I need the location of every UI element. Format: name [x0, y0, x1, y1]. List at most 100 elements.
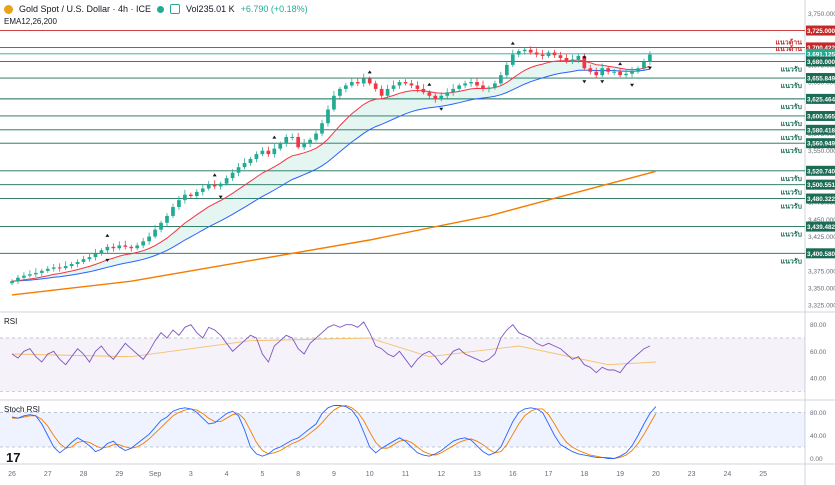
- candle-body[interactable]: [45, 268, 50, 271]
- candle-body[interactable]: [397, 82, 402, 86]
- candle-body[interactable]: [481, 85, 485, 89]
- candle-body[interactable]: [552, 52, 557, 56]
- candle-body[interactable]: [463, 83, 467, 86]
- candle-body[interactable]: [63, 266, 68, 269]
- candle-body[interactable]: [427, 92, 432, 96]
- candle-body[interactable]: [648, 54, 652, 62]
- candle-body[interactable]: [332, 95, 336, 110]
- candle-body[interactable]: [57, 267, 62, 269]
- candle-body[interactable]: [349, 82, 354, 86]
- candle-body[interactable]: [75, 261, 80, 264]
- candle-body[interactable]: [558, 55, 563, 59]
- candle-body[interactable]: [439, 95, 444, 100]
- ema-legend[interactable]: EMA12,26,200: [4, 17, 57, 26]
- candle-body[interactable]: [123, 245, 128, 247]
- candle-body[interactable]: [99, 250, 104, 254]
- candle-body[interactable]: [499, 75, 503, 84]
- candle-body[interactable]: [248, 158, 253, 164]
- candle-body[interactable]: [367, 78, 372, 84]
- candle-body[interactable]: [69, 263, 74, 267]
- candle-body[interactable]: [534, 52, 539, 55]
- candle-body[interactable]: [171, 207, 175, 216]
- candle-body[interactable]: [451, 88, 456, 93]
- candle-body[interactable]: [469, 82, 473, 84]
- candle-body[interactable]: [129, 246, 134, 249]
- candle-body[interactable]: [10, 281, 14, 284]
- candle-body[interactable]: [344, 85, 348, 89]
- candle-body[interactable]: [373, 83, 378, 89]
- candle-body[interactable]: [260, 150, 265, 155]
- candle-body[interactable]: [630, 71, 634, 74]
- candle-body[interactable]: [16, 277, 20, 282]
- candle-body[interactable]: [510, 54, 515, 65]
- candle-body[interactable]: [302, 143, 306, 148]
- candle-body[interactable]: [51, 267, 56, 269]
- candle-body[interactable]: [183, 194, 187, 201]
- candle-body[interactable]: [361, 78, 366, 84]
- candle-body[interactable]: [642, 61, 646, 69]
- candle-body[interactable]: [338, 88, 342, 96]
- candle-body[interactable]: [230, 172, 235, 179]
- candle-body[interactable]: [445, 92, 450, 96]
- candle-body[interactable]: [28, 274, 32, 276]
- candle-body[interactable]: [540, 54, 545, 56]
- candle-body[interactable]: [242, 163, 247, 168]
- candle-body[interactable]: [504, 64, 509, 76]
- candle-body[interactable]: [177, 200, 181, 208]
- candle-body[interactable]: [165, 215, 169, 223]
- candle-body[interactable]: [612, 71, 616, 73]
- candle-body[interactable]: [636, 68, 640, 72]
- candle-body[interactable]: [606, 68, 611, 72]
- candle-body[interactable]: [117, 245, 122, 249]
- candle-body[interactable]: [105, 246, 110, 251]
- candle-body[interactable]: [189, 194, 193, 197]
- candle-body[interactable]: [93, 253, 98, 258]
- candle-body[interactable]: [308, 139, 312, 144]
- candle-body[interactable]: [159, 222, 163, 230]
- candle-body[interactable]: [487, 87, 491, 89]
- candle-body[interactable]: [284, 136, 289, 144]
- candle-body[interactable]: [379, 88, 384, 96]
- candle-body[interactable]: [546, 52, 551, 56]
- candle-body[interactable]: [409, 83, 414, 86]
- candle-body[interactable]: [391, 85, 396, 89]
- candle-body[interactable]: [475, 82, 479, 86]
- candle-body[interactable]: [314, 133, 318, 140]
- candle-body[interactable]: [564, 58, 569, 62]
- candle-body[interactable]: [600, 68, 605, 76]
- candle-body[interactable]: [22, 275, 26, 278]
- candle-body[interactable]: [618, 71, 622, 76]
- candle-body[interactable]: [153, 229, 157, 237]
- candle-body[interactable]: [224, 178, 229, 184]
- candle-body[interactable]: [206, 185, 211, 189]
- candle-body[interactable]: [236, 167, 241, 173]
- candle-body[interactable]: [576, 55, 581, 60]
- candle-body[interactable]: [385, 88, 390, 96]
- candle-body[interactable]: [147, 236, 151, 242]
- candle-body[interactable]: [522, 49, 527, 52]
- candle-body[interactable]: [570, 59, 575, 62]
- candle-body[interactable]: [290, 136, 295, 138]
- candle-body[interactable]: [212, 185, 217, 187]
- candle-body[interactable]: [403, 82, 408, 84]
- candle-body[interactable]: [194, 191, 199, 197]
- candle-body[interactable]: [296, 136, 301, 148]
- candle-body[interactable]: [421, 88, 426, 93]
- candle-body[interactable]: [141, 241, 146, 246]
- candle-body[interactable]: [528, 49, 533, 53]
- candle-body[interactable]: [266, 150, 271, 155]
- candle-body[interactable]: [624, 73, 628, 76]
- candle-body[interactable]: [516, 51, 521, 55]
- candle-body[interactable]: [33, 272, 38, 275]
- candle-body[interactable]: [594, 71, 599, 76]
- candle-body[interactable]: [111, 246, 116, 249]
- candle-body[interactable]: [433, 95, 438, 100]
- symbol-title[interactable]: Gold Spot / U.S. Dollar · 4h · ICE: [19, 4, 151, 14]
- candle-body[interactable]: [588, 68, 593, 72]
- candle-body[interactable]: [254, 154, 259, 159]
- candle-body[interactable]: [81, 259, 86, 262]
- candle-body[interactable]: [278, 143, 283, 149]
- candle-body[interactable]: [39, 270, 44, 273]
- candle-body[interactable]: [457, 85, 461, 89]
- candle-body[interactable]: [218, 183, 223, 187]
